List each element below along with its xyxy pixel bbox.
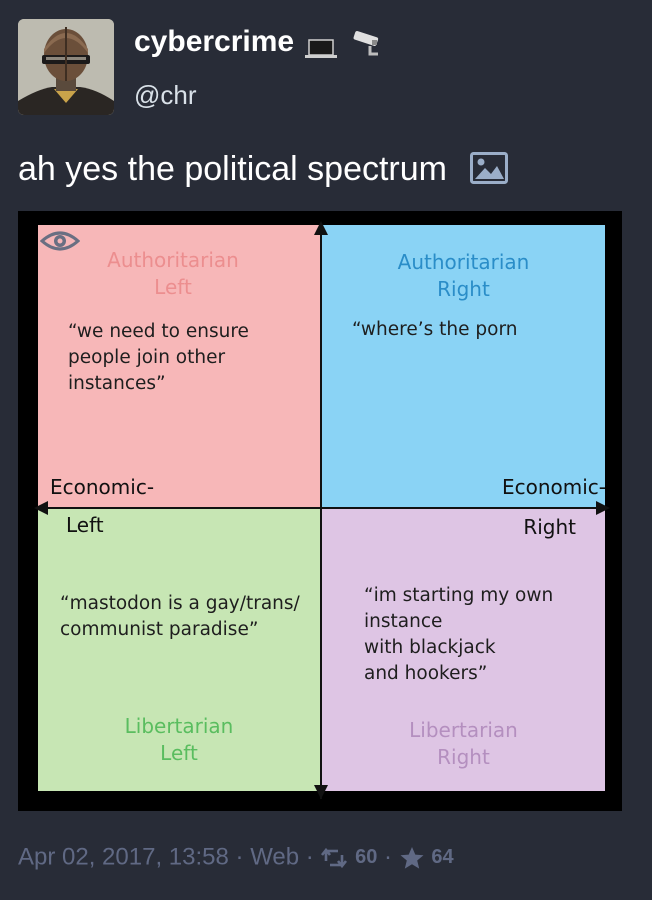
status-text: ah yes the political spectrum: [18, 150, 447, 188]
avatar[interactable]: [18, 19, 114, 115]
separator: ·: [384, 843, 393, 871]
status-meta: Apr 02, 2017, 13:58 · Web · 60 · 64: [18, 843, 454, 872]
axis-label-right-top: Economic-: [501, 475, 606, 499]
star-icon[interactable]: [399, 844, 432, 871]
custom-emojis: [304, 30, 384, 62]
boost-count: 60: [355, 846, 378, 869]
eye-icon[interactable]: [39, 229, 81, 258]
axis-label-right-bottom: Right: [523, 515, 576, 539]
status-content: ah yes the political spectrum: [18, 150, 509, 193]
status-card: cybercrime @chr ah yes the political spe…: [0, 0, 652, 900]
media-attachment[interactable]: Authoritarian Left “we need to ensure pe…: [18, 211, 622, 811]
separator: ·: [235, 843, 244, 871]
boost-icon[interactable]: [320, 844, 355, 871]
favourite-count: 64: [431, 846, 454, 869]
surveillance-camera-icon: [354, 31, 379, 56]
application-name[interactable]: Web: [250, 844, 299, 871]
image-icon[interactable]: [470, 152, 509, 193]
compass-axes: [34, 221, 610, 799]
separator: ·: [305, 843, 314, 871]
axis-label-left-top: Economic-: [50, 475, 155, 499]
status-date[interactable]: Apr 02, 2017, 13:58: [18, 844, 229, 871]
account-handle[interactable]: @chr: [134, 80, 197, 111]
laptop-icon: [305, 39, 337, 58]
axis-label-left-bottom: Left: [66, 513, 104, 537]
display-name[interactable]: cybercrime: [134, 25, 294, 59]
